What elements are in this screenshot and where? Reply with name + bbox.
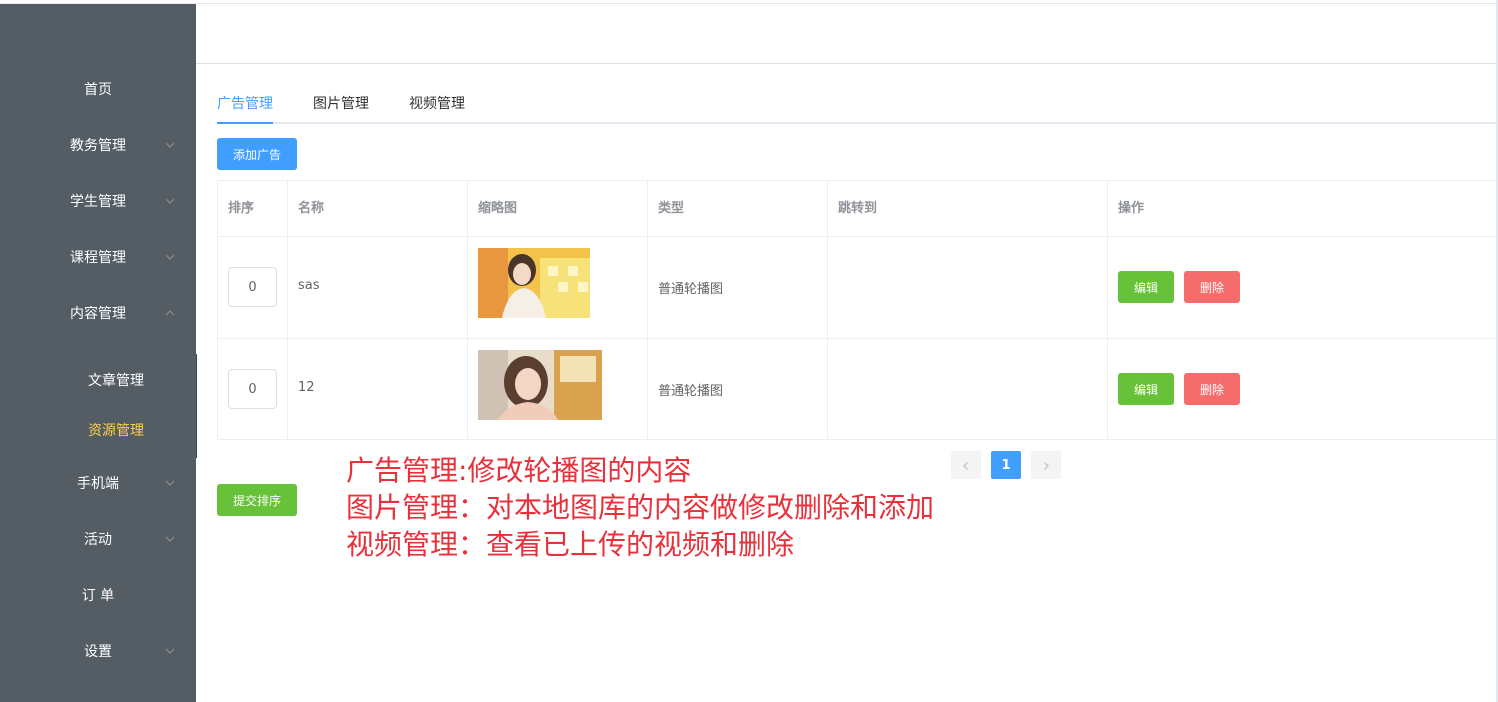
sidebar-item-label: 设置	[84, 644, 112, 660]
sort-order-input[interactable]	[228, 267, 277, 307]
tab-label: 视频管理	[409, 96, 465, 112]
chevron-down-icon	[164, 533, 176, 545]
row-name: 12	[298, 380, 315, 395]
sidebar-item-label: 手机端	[77, 476, 119, 492]
tab-label: 广告管理	[217, 96, 273, 112]
column-header-actions: 操作	[1118, 201, 1145, 216]
delete-button[interactable]: 删除	[1184, 373, 1240, 405]
column-header-name: 名称	[288, 181, 468, 236]
sidebar-item-label: 内容管理	[70, 306, 126, 322]
submenu-item-label: 资源管理	[88, 423, 144, 439]
submenu-item-resources[interactable]: 资源管理	[0, 405, 196, 455]
row-divider	[218, 338, 1498, 339]
chevron-down-icon	[164, 251, 176, 263]
sort-order-input[interactable]	[228, 369, 277, 409]
row-type: 普通轮播图	[658, 384, 724, 399]
pagination-next-button[interactable]	[1031, 451, 1061, 479]
add-ad-button[interactable]: 添加广告	[217, 138, 297, 170]
chevron-down-icon	[164, 645, 176, 657]
edit-button[interactable]: 编辑	[1118, 271, 1174, 303]
sidebar-item-orders[interactable]: 订 单	[0, 567, 196, 623]
tab-ads[interactable]: 广告管理	[217, 84, 273, 124]
chevron-left-icon	[961, 456, 971, 475]
column-header-type: 类型	[648, 181, 828, 236]
sidebar: 首页 教务管理 学生管理 课程管理 内容管理 文章管理 资源管理 手机端 活动 …	[0, 4, 197, 702]
tab-bar: 广告管理 图片管理 视频管理	[217, 84, 1498, 124]
sidebar-item-mobile[interactable]: 手机端	[0, 455, 196, 511]
column-header-sort: 排序	[218, 181, 288, 236]
chevron-down-icon	[164, 195, 176, 207]
sidebar-item-activities[interactable]: 活动	[0, 511, 196, 567]
tab-active-indicator	[217, 122, 273, 124]
sidebar-item-label: 活动	[84, 532, 112, 548]
column-header-jump: 跳转到	[828, 181, 1108, 236]
row-name: sas	[298, 278, 320, 293]
content-submenu: 文章管理 资源管理	[0, 354, 197, 458]
sidebar-item-label: 订 单	[81, 588, 115, 604]
sidebar-item-label: 教务管理	[70, 138, 126, 154]
submenu-item-label: 文章管理	[88, 373, 144, 389]
submit-sort-button[interactable]: 提交排序	[217, 484, 297, 516]
submenu-item-articles[interactable]: 文章管理	[0, 355, 196, 405]
row-type: 普通轮播图	[658, 282, 724, 297]
sidebar-item-content[interactable]: 内容管理	[0, 285, 196, 341]
annotation-line: 广告管理:修改轮播图的内容	[346, 454, 692, 487]
annotation-line: 图片管理：对本地图库的内容做修改删除和添加	[346, 491, 935, 524]
ads-table: 排序 名称 缩略图 类型 跳转到 操作 sas	[217, 180, 1498, 440]
tab-label: 图片管理	[313, 96, 369, 112]
annotation-line: 视频管理：查看已上传的视频和删除	[346, 528, 795, 561]
ad-thumbnail	[478, 248, 590, 318]
pagination-page-current[interactable]: 1	[991, 451, 1021, 479]
sidebar-item-label: 首页	[84, 82, 112, 98]
sidebar-item-home[interactable]: 首页	[0, 61, 196, 117]
pagination-prev-button[interactable]	[951, 451, 981, 479]
app-root: 首页 教务管理 学生管理 课程管理 内容管理 文章管理 资源管理 手机端 活动 …	[0, 0, 1498, 702]
sidebar-item-courses[interactable]: 课程管理	[0, 229, 196, 285]
sidebar-item-label: 学生管理	[70, 194, 126, 210]
chevron-down-icon	[164, 477, 176, 489]
chevron-right-icon	[1041, 456, 1051, 475]
top-header	[196, 4, 1498, 64]
sidebar-item-academic[interactable]: 教务管理	[0, 117, 196, 173]
sidebar-item-label: 课程管理	[70, 250, 126, 266]
chevron-up-icon	[164, 307, 176, 319]
ad-thumbnail	[478, 350, 602, 420]
tab-videos[interactable]: 视频管理	[409, 84, 465, 124]
edit-button[interactable]: 编辑	[1118, 373, 1174, 405]
sidebar-item-students[interactable]: 学生管理	[0, 173, 196, 229]
sidebar-item-settings[interactable]: 设置	[0, 623, 196, 679]
tab-images[interactable]: 图片管理	[313, 84, 369, 124]
row-divider	[218, 236, 1498, 237]
chevron-down-icon	[164, 139, 176, 151]
column-header-thumbnail: 缩略图	[468, 181, 648, 236]
delete-button[interactable]: 删除	[1184, 271, 1240, 303]
